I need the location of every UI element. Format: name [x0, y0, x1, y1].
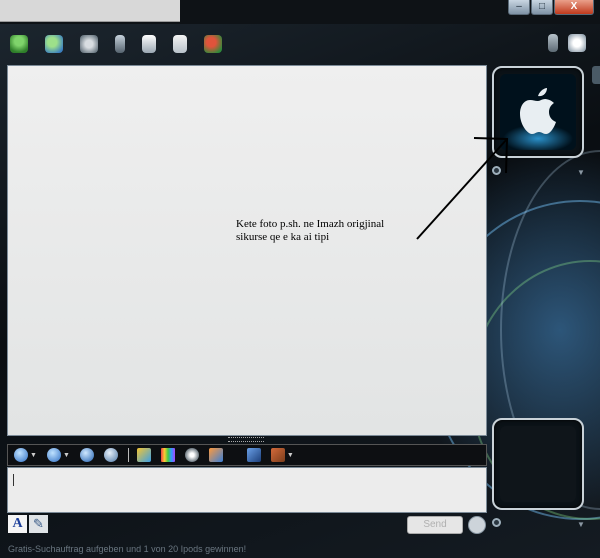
- annotation-arrow: [416, 137, 509, 240]
